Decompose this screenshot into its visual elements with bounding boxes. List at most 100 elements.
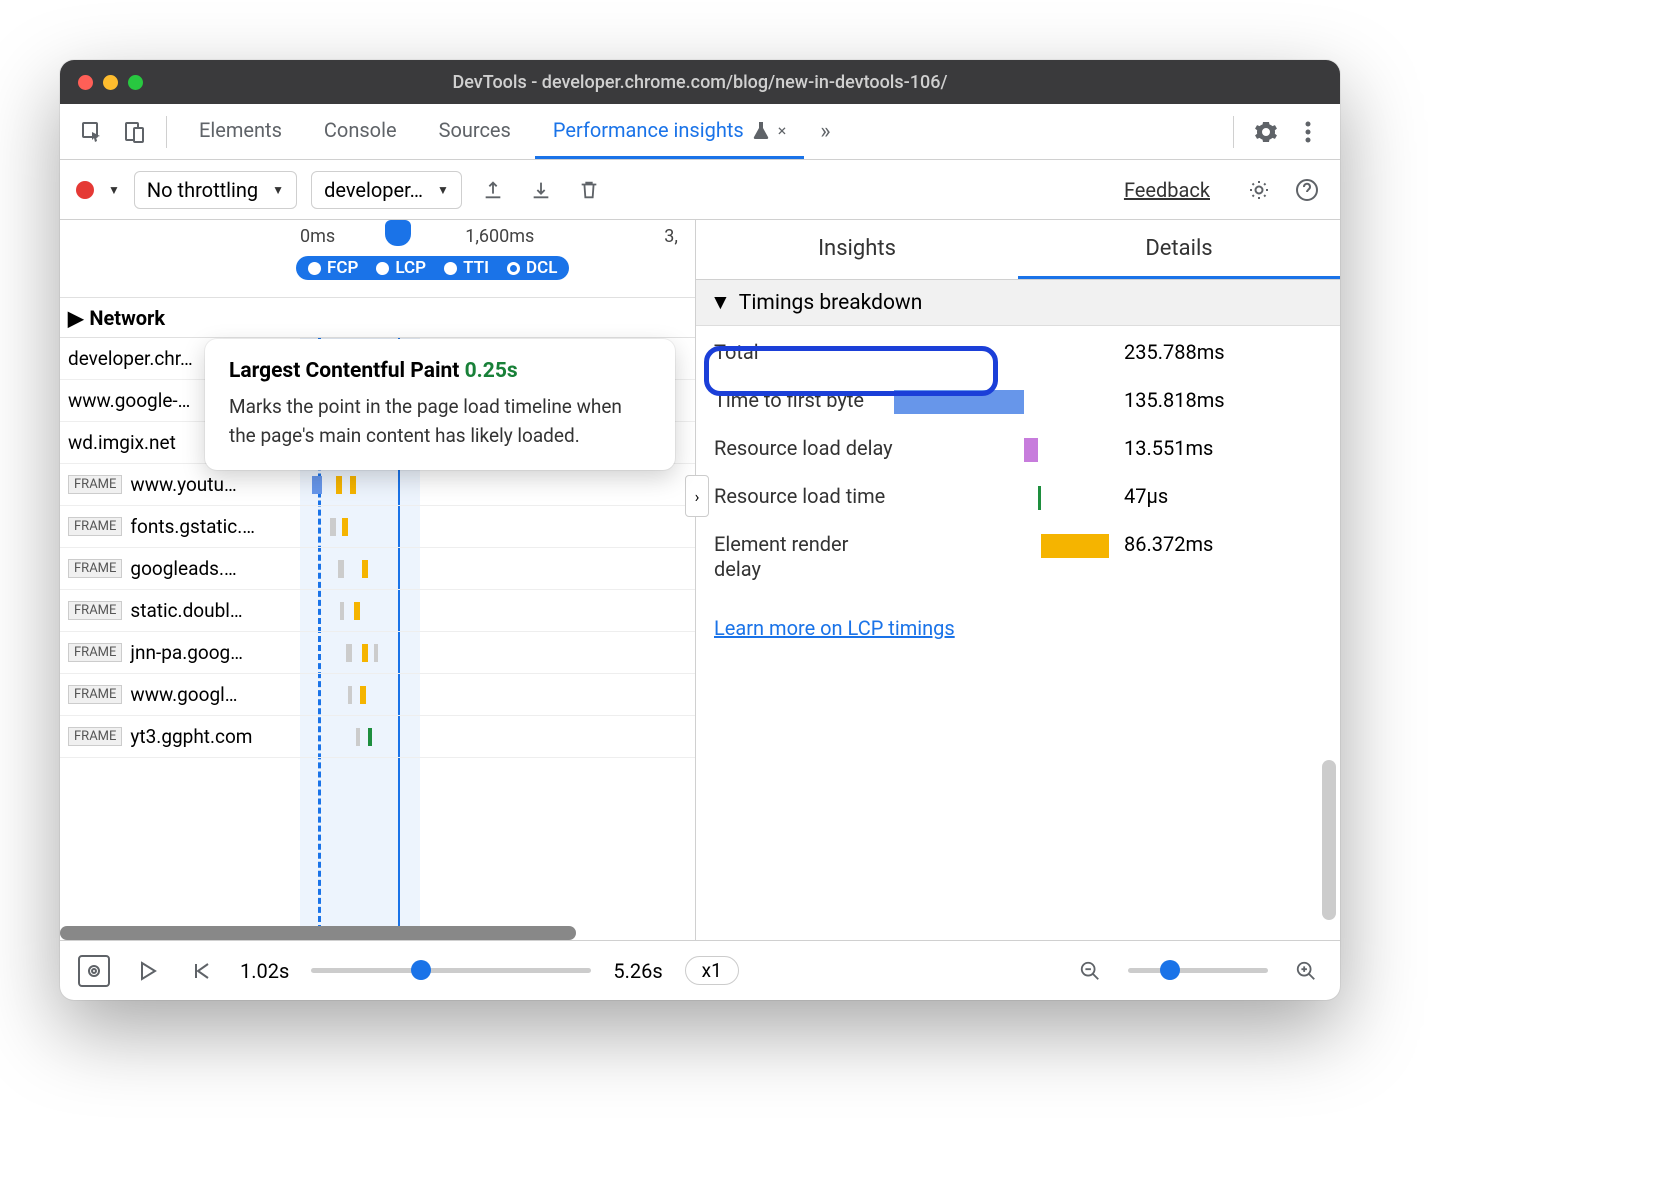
horizontal-scrollbar[interactable]: [60, 926, 576, 940]
expand-arrow-icon: ▶: [68, 306, 83, 330]
timing-row: Time to first byte 135.818ms: [714, 388, 1322, 416]
back-to-start-icon[interactable]: [186, 955, 218, 987]
request-bar[interactable]: [354, 602, 360, 620]
device-toggle-icon[interactable]: [116, 114, 152, 150]
request-bar[interactable]: [330, 518, 336, 536]
timing-row: Resource load delay13.551ms: [714, 436, 1322, 464]
slider-thumb[interactable]: [1160, 960, 1180, 980]
more-tabs-icon[interactable]: »: [820, 119, 830, 144]
timing-value: 235.788ms: [1124, 340, 1225, 364]
request-bar[interactable]: [336, 476, 342, 494]
details-panel: Insights Details ▼ Timings breakdown Tot…: [696, 220, 1340, 940]
timing-label: Time to first byte: [714, 388, 894, 413]
network-row[interactable]: FRAMEyt3.ggpht.com: [60, 716, 695, 758]
request-bar[interactable]: [350, 476, 356, 494]
divider: [1233, 116, 1234, 148]
devtools-tabbar: Elements Console Sources Performance ins…: [60, 104, 1340, 160]
timing-row: Element render delay 86.372ms: [714, 532, 1322, 582]
timing-value: 135.818ms: [1124, 388, 1225, 412]
timeline-header: 0ms 1,600ms 3, FCP LCP TTI DCL: [60, 220, 695, 298]
inspect-icon[interactable]: [74, 114, 110, 150]
import-icon[interactable]: [524, 173, 558, 207]
network-row[interactable]: FRAMEwww.youtu…: [60, 464, 695, 506]
badge-fcp[interactable]: FCP: [296, 256, 370, 280]
timing-label: Element render delay: [714, 532, 894, 582]
network-row[interactable]: FRAMEfonts.gstatic.…: [60, 506, 695, 548]
tab-elements[interactable]: Elements: [181, 104, 300, 159]
delete-icon[interactable]: [572, 173, 606, 207]
zoom-in-icon[interactable]: [1290, 955, 1322, 987]
slider-thumb[interactable]: [411, 960, 431, 980]
timing-row: Resource load time47µs: [714, 484, 1322, 512]
time-slider[interactable]: [311, 968, 591, 973]
close-tab-icon[interactable]: ×: [778, 121, 787, 140]
request-bar[interactable]: [346, 644, 352, 662]
badge-tti[interactable]: TTI: [438, 256, 501, 280]
network-row[interactable]: FRAMEjnn-pa.goog…: [60, 632, 695, 674]
settings-icon[interactable]: [1248, 114, 1284, 150]
record-menu-caret[interactable]: ▼: [108, 183, 120, 197]
zoom-out-icon[interactable]: [1074, 955, 1106, 987]
screenshot-toggle-icon[interactable]: [78, 955, 110, 987]
request-bar[interactable]: [348, 686, 352, 704]
tooltip-title: Largest Contentful Paint: [229, 359, 459, 383]
kebab-menu-icon[interactable]: [1290, 114, 1326, 150]
minimize-window-button[interactable]: [103, 75, 118, 90]
network-row[interactable]: FRAMEgoogleads.…: [60, 548, 695, 590]
maximize-window-button[interactable]: [128, 75, 143, 90]
footer-controls: 1.02s 5.26s x1: [60, 940, 1340, 1000]
origin-select[interactable]: developer… ▼: [311, 171, 462, 209]
close-window-button[interactable]: [78, 75, 93, 90]
export-icon[interactable]: [476, 173, 510, 207]
tab-console[interactable]: Console: [306, 104, 415, 159]
tab-insights[interactable]: Insights: [696, 220, 1018, 279]
feedback-link[interactable]: Feedback: [1124, 178, 1210, 202]
timing-bar: [1024, 438, 1038, 462]
timing-bar: [1041, 534, 1109, 558]
frame-tag: FRAME: [68, 643, 122, 662]
timing-value: 13.551ms: [1124, 436, 1213, 460]
tab-sources[interactable]: Sources: [421, 104, 529, 159]
request-bar[interactable]: [368, 728, 372, 746]
record-button[interactable]: [76, 181, 94, 199]
settings-gear-icon[interactable]: [1242, 173, 1276, 207]
request-bar[interactable]: [374, 644, 378, 662]
request-bar[interactable]: [360, 686, 366, 704]
tick-label: 3,: [664, 226, 678, 247]
network-section-header[interactable]: ▶ Network: [60, 298, 695, 338]
play-icon[interactable]: [132, 955, 164, 987]
divider: [166, 116, 167, 148]
throttle-select[interactable]: No throttling ▼: [134, 171, 297, 209]
playback-speed[interactable]: x1: [685, 956, 739, 985]
request-bar[interactable]: [338, 560, 344, 578]
network-row[interactable]: FRAMEwww.googl…: [60, 674, 695, 716]
learn-more-link[interactable]: Learn more on LCP timings: [696, 616, 1340, 640]
frame-tag: FRAME: [68, 685, 122, 704]
timings-breakdown-header[interactable]: ▼ Timings breakdown: [696, 280, 1340, 326]
playhead-marker[interactable]: [398, 220, 411, 246]
help-icon[interactable]: [1290, 173, 1324, 207]
end-time-label: 5.26s: [613, 959, 662, 983]
timing-bar: [894, 390, 1024, 414]
request-bar[interactable]: [362, 560, 368, 578]
main-panel: 0ms 1,600ms 3, FCP LCP TTI DCL ▶ Network: [60, 220, 1340, 940]
request-bar[interactable]: [312, 476, 322, 494]
request-bar[interactable]: [356, 728, 360, 746]
tab-details[interactable]: Details: [1018, 220, 1340, 279]
network-row[interactable]: FRAMEstatic.doubl…: [60, 590, 695, 632]
frame-tag: FRAME: [68, 559, 122, 578]
request-bar[interactable]: [362, 644, 368, 662]
zoom-slider[interactable]: [1128, 968, 1268, 973]
badge-dcl[interactable]: DCL: [501, 256, 569, 280]
tooltip-body: Marks the point in the page load timelin…: [229, 393, 651, 450]
badge-lcp[interactable]: LCP: [370, 256, 438, 280]
lcp-tooltip: Largest Contentful Paint 0.25s Marks the…: [205, 339, 675, 470]
request-bar[interactable]: [340, 602, 344, 620]
expand-sidebar-button[interactable]: ›: [685, 475, 709, 517]
timing-value: 86.372ms: [1124, 532, 1213, 556]
timing-label: Resource load time: [714, 484, 894, 509]
request-bar[interactable]: [342, 518, 348, 536]
tab-performance-insights[interactable]: Performance insights ×: [535, 104, 804, 159]
timing-row: Total235.788ms: [714, 340, 1322, 368]
vertical-scrollbar[interactable]: [1322, 760, 1336, 920]
